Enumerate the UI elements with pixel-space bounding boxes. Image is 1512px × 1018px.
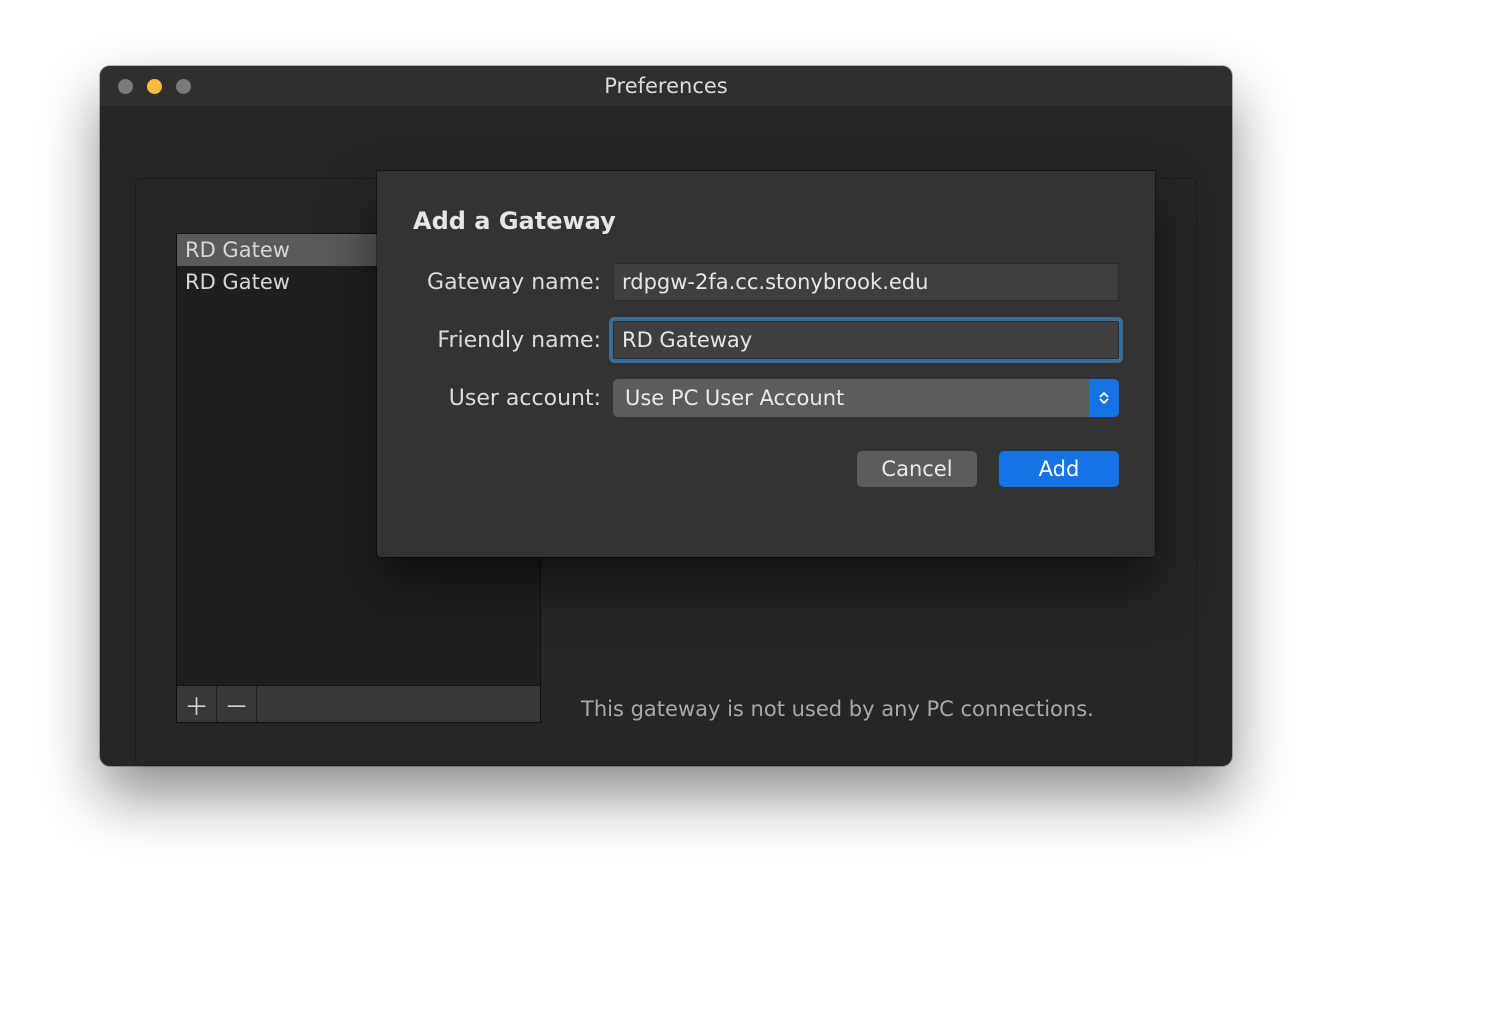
status-text: This gateway is not used by any PC conne… (581, 697, 1094, 721)
gateway-name-input[interactable] (613, 263, 1119, 301)
add-item-button[interactable]: ＋ (177, 686, 217, 722)
cancel-button[interactable]: Cancel (857, 451, 977, 487)
remove-item-button[interactable]: － (217, 686, 257, 722)
sheet-button-row: Cancel Add (413, 451, 1119, 487)
close-window-button[interactable] (118, 79, 133, 94)
chevron-up-down-icon (1089, 379, 1119, 417)
friendly-name-row: Friendly name: (413, 321, 1119, 359)
minimize-window-button[interactable] (147, 79, 162, 94)
list-item-label: RD Gatew (185, 238, 290, 262)
cancel-button-label: Cancel (881, 457, 952, 481)
sheet-title: Add a Gateway (413, 207, 1119, 235)
friendly-name-input[interactable] (613, 321, 1119, 359)
user-account-select[interactable]: Use PC User Account (613, 379, 1119, 417)
zoom-window-button[interactable] (176, 79, 191, 94)
add-button-label: Add (1039, 457, 1080, 481)
gateway-name-row: Gateway name: (413, 263, 1119, 301)
friendly-name-label: Friendly name: (413, 328, 613, 353)
preferences-window: Preferences RD Gatew RD Gatew ＋ － edu (100, 66, 1232, 766)
list-footer: ＋ － (177, 685, 540, 722)
add-gateway-sheet: Add a Gateway Gateway name: Friendly nam… (377, 171, 1155, 557)
plus-icon: ＋ (185, 687, 209, 722)
minus-icon: － (225, 687, 249, 722)
list-item-label: RD Gatew (185, 270, 290, 294)
titlebar: Preferences (100, 66, 1232, 106)
add-button[interactable]: Add (999, 451, 1119, 487)
gateway-name-label: Gateway name: (413, 270, 613, 295)
user-account-row: User account: Use PC User Account (413, 379, 1119, 417)
user-account-value: Use PC User Account (625, 386, 844, 410)
traffic-lights (100, 79, 191, 94)
window-title: Preferences (100, 74, 1232, 98)
user-account-label: User account: (413, 386, 613, 411)
